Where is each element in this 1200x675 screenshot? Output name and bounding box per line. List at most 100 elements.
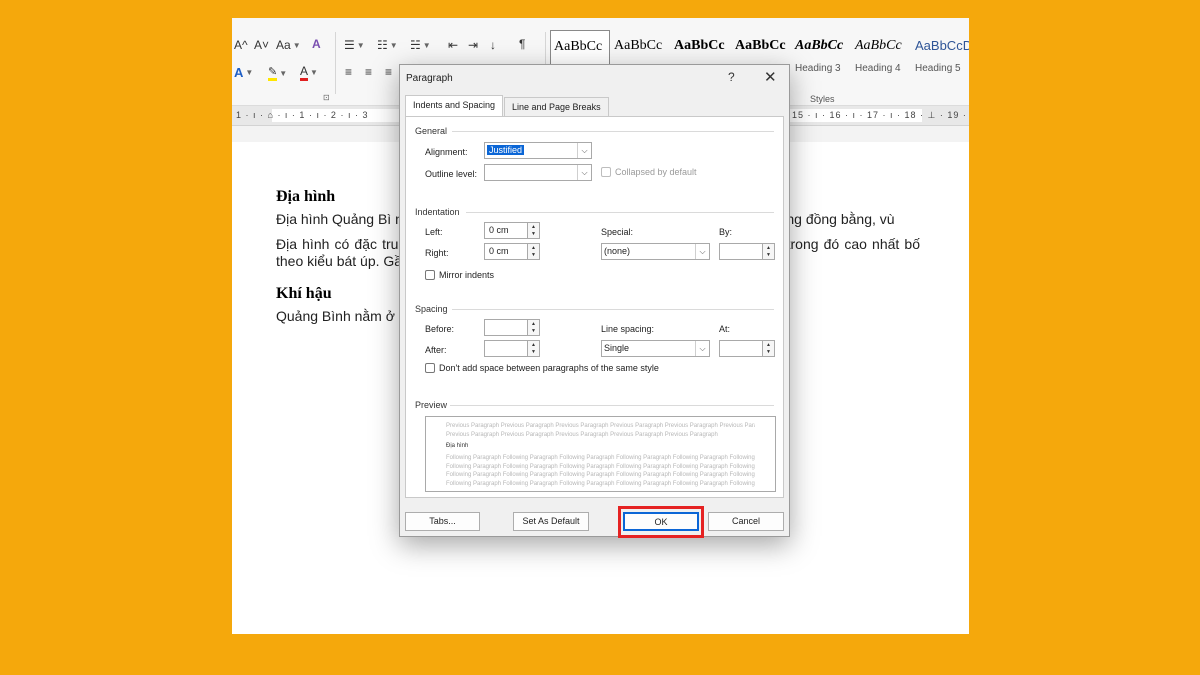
style-sample: AaBbCc <box>554 39 603 54</box>
tab-panel: General Alignment: Justified ⌵ Outline l… <box>405 116 784 498</box>
spacing-after-label: After: <box>425 345 447 355</box>
tab-indents-and-spacing[interactable]: Indents and Spacing <box>405 95 504 117</box>
style-heading-5[interactable]: AaBbCcD Heading 5 <box>912 30 969 85</box>
at-spinner[interactable]: ▲ ▼ <box>719 340 775 357</box>
style-heading-4[interactable]: AaBbCc Heading 4 <box>852 30 912 85</box>
set-as-default-button[interactable]: Set As Default <box>513 512 589 531</box>
indent-left-label: Left: <box>425 227 443 237</box>
dialog-title: Paragraph <box>406 73 453 84</box>
style-name: Heading 5 <box>915 63 961 74</box>
line-spacing-dropdown[interactable]: Single ⌵ <box>601 340 710 357</box>
ruler-right-marks: 15 · ı · 16 · ı · 17 · ı · 18 · ⊥ · 19 · <box>792 110 967 120</box>
indent-left-spinner[interactable]: 0 cm ▲ ▼ <box>484 222 540 239</box>
mirror-indents-label: Mirror indents <box>439 270 495 280</box>
chevron-down-icon: ▼ <box>279 68 288 78</box>
checkbox-box <box>425 363 435 373</box>
style-sample: AaBbCc <box>735 38 786 53</box>
clear-formatting-icon[interactable]: A <box>312 37 321 51</box>
cancel-button[interactable]: Cancel <box>708 512 784 531</box>
grow-font-icon[interactable]: A^ <box>234 38 248 52</box>
ruler-left-marks: 1 · ı · ⌂ · ı · 1 · ı · 2 · ı · 3 <box>236 110 369 120</box>
sort-icon[interactable]: ↓ <box>490 38 496 52</box>
indent-right-label: Right: <box>425 248 449 258</box>
indent-right-spinner[interactable]: 0 cm ▲ ▼ <box>484 243 540 260</box>
spin-down-icon[interactable]: ▼ <box>527 348 539 356</box>
align-right-icon[interactable]: ≡ <box>385 65 392 79</box>
section-spacing: Spacing <box>415 304 448 314</box>
outline-level-label: Outline level: <box>425 169 478 179</box>
paragraph-launcher-icon[interactable]: ⊡ <box>323 93 330 102</box>
preview-current-paragraph: Địa hình <box>446 443 469 449</box>
help-icon[interactable]: ? <box>728 70 735 84</box>
tab-line-and-page-breaks[interactable]: Line and Page Breaks <box>504 97 609 116</box>
alignment-value: Justified <box>487 145 525 155</box>
chevron-down-icon: ▼ <box>422 40 431 50</box>
spacing-before-spinner[interactable]: ▲ ▼ <box>484 319 540 336</box>
spin-down-icon[interactable]: ▼ <box>527 327 539 335</box>
style-sample: AaBbCc <box>674 38 725 53</box>
chevron-down-icon: ⌵ <box>577 143 591 158</box>
text-effects-icon: A <box>234 65 244 80</box>
chevron-down-icon: ▼ <box>356 40 365 50</box>
bullet-list-icon: ☰ <box>344 38 355 52</box>
decrease-indent-icon[interactable]: ⇤ <box>448 38 458 52</box>
chevron-down-icon: ▼ <box>245 68 254 77</box>
multilevel-list-icon: ☵ <box>410 38 421 52</box>
spin-down-icon[interactable]: ▼ <box>527 251 539 259</box>
ok-button-highlight-annotation <box>618 506 704 538</box>
increase-indent-icon[interactable]: ⇥ <box>468 38 478 52</box>
numbering-button[interactable]: ☷ ▼ <box>377 38 398 52</box>
style-heading-3[interactable]: AaBbCc Heading 3 <box>792 30 852 85</box>
font-color-button[interactable]: A ▼ <box>300 64 318 81</box>
preview-previous-line: Previous Paragraph Previous Paragraph Pr… <box>446 423 755 429</box>
alignment-dropdown[interactable]: Justified ⌵ <box>484 142 592 159</box>
special-dropdown[interactable]: (none) ⌵ <box>601 243 710 260</box>
section-general: General <box>415 126 448 136</box>
style-sample: AaBbCc <box>855 38 902 53</box>
spin-down-icon[interactable]: ▼ <box>762 348 774 356</box>
section-divider <box>466 212 774 213</box>
tabs-button[interactable]: Tabs... <box>405 512 480 531</box>
mirror-indents-checkbox[interactable]: Mirror indents <box>425 270 494 280</box>
highlight-color-button[interactable]: ✎ ▼ <box>268 65 287 81</box>
ribbon-divider <box>335 32 336 94</box>
preview-previous-line: Previous Paragraph Previous Paragraph Pr… <box>446 431 718 438</box>
spin-down-icon[interactable]: ▼ <box>762 251 774 259</box>
change-case-button[interactable]: Aa ▼ <box>276 38 301 52</box>
by-spinner[interactable]: ▲ ▼ <box>719 243 775 260</box>
outline-level-dropdown[interactable]: ⌵ <box>484 164 592 181</box>
change-case-icon: Aa <box>276 38 291 52</box>
section-indentation: Indentation <box>415 207 460 217</box>
indent-right-value: 0 cm <box>489 246 509 256</box>
align-left-icon[interactable]: ≡ <box>345 65 352 79</box>
style-name: Heading 3 <box>795 63 841 74</box>
bullets-button[interactable]: ☰ ▼ <box>344 38 365 52</box>
font-color-icon: A <box>300 64 309 81</box>
multilevel-list-button[interactable]: ☵ ▼ <box>410 38 431 52</box>
chevron-down-icon: ▼ <box>389 40 398 50</box>
chevron-down-icon: ⌵ <box>577 165 591 180</box>
indent-left-value: 0 cm <box>489 225 509 235</box>
align-center-icon[interactable]: ≡ <box>365 65 372 79</box>
preview-following-line: Following Paragraph Following Paragraph … <box>446 472 755 478</box>
dont-add-space-checkbox[interactable]: Don't add space between paragraphs of th… <box>425 363 659 373</box>
text-effects-button[interactable]: A ▼ <box>234 65 253 80</box>
spacing-after-spinner[interactable]: ▲ ▼ <box>484 340 540 357</box>
show-marks-icon[interactable]: ¶ <box>519 37 525 51</box>
dont-add-space-label: Don't add space between paragraphs of th… <box>439 363 659 373</box>
preview-following-line: Following Paragraph Following Paragraph … <box>446 463 755 470</box>
checkbox-box <box>601 167 611 177</box>
spin-down-icon[interactable]: ▼ <box>527 230 539 238</box>
alignment-label: Alignment: <box>425 147 468 157</box>
close-icon[interactable]: ✕ <box>764 68 777 86</box>
special-label: Special: <box>601 227 634 237</box>
collapsed-by-default-checkbox[interactable]: Collapsed by default <box>601 167 697 177</box>
at-label: At: <box>719 324 731 334</box>
section-divider <box>452 309 774 310</box>
style-sample: AaBbCc <box>795 38 844 53</box>
spacing-before-label: Before: <box>425 324 455 334</box>
shrink-font-icon[interactable]: A˅ <box>254 38 269 52</box>
special-value: (none) <box>604 246 631 256</box>
style-name: Heading 4 <box>855 63 901 74</box>
preview-following-line: Following Paragraph Following Paragraph … <box>446 455 755 461</box>
